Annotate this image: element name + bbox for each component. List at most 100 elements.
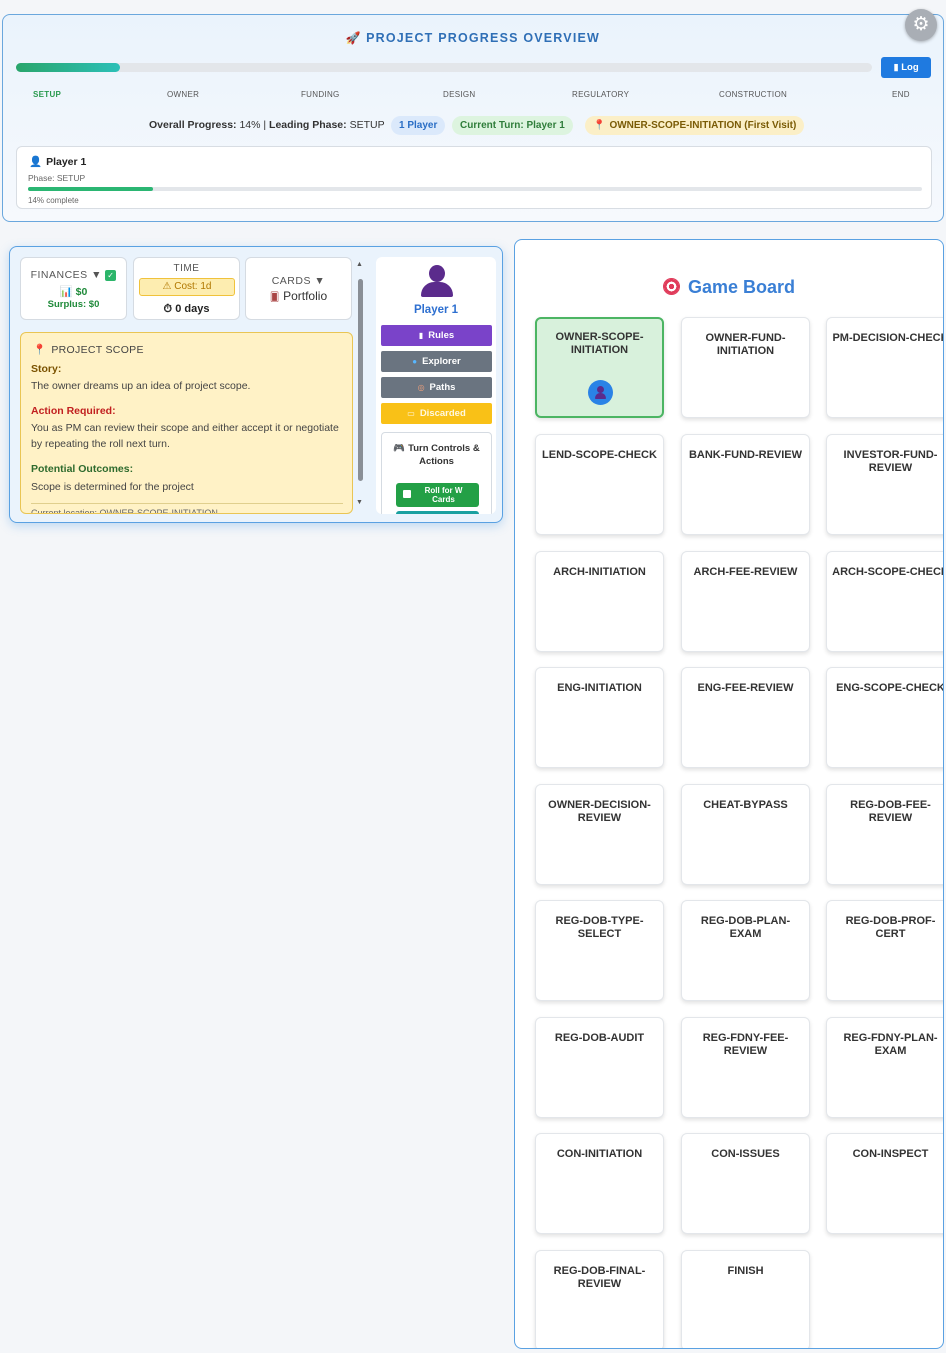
paths-button[interactable]: ◎ Paths — [381, 377, 492, 398]
scope-action-label: Action Required: — [31, 405, 116, 417]
phase-label-regulatory: REGULATORY — [572, 90, 630, 99]
paths-icon: ◎ — [417, 383, 425, 392]
current-turn-badge: Current Turn: Player 1 — [452, 116, 573, 135]
cards-box[interactable]: CARDS ▼ 🂠 Portfolio — [245, 257, 352, 320]
board-space[interactable]: ENG-INITIATION — [535, 667, 664, 768]
board-space[interactable]: OWNER-DECISION-REVIEW — [535, 784, 664, 885]
phase-label-funding: FUNDING — [301, 90, 340, 99]
player-control-panel: FINANCES ▼ ✓ 📊 $0 Surplus: $0 TIME ⚠ Cos… — [9, 246, 503, 523]
board-space-label: REG-DOB-FINAL-REVIEW — [553, 1265, 646, 1290]
scope-outcome: Scope is determined for the project — [31, 481, 194, 493]
player-token-icon[interactable] — [588, 380, 613, 405]
player-name: Player 1 — [413, 304, 459, 316]
board-space[interactable]: CHEAT-BYPASS — [681, 784, 810, 885]
board-space-label: REG-DOB-TYPE-SELECT — [555, 915, 644, 940]
player-progress-bar — [28, 187, 922, 191]
settings-gear-icon[interactable]: ⚙ — [905, 9, 937, 41]
board-space[interactable]: INVESTOR-FUND-REVIEW — [826, 434, 943, 535]
board-space-label: OWNER-SCOPE-INITIATION — [555, 331, 644, 356]
progress-overview-panel: 🚀 PROJECT PROGRESS OVERVIEW ⚙ ▮ Log SETUP… — [2, 9, 944, 222]
scroll-down-arrow-icon[interactable]: ▼ — [356, 499, 363, 506]
board-space[interactable]: REG-DOB-FEE-REVIEW — [826, 784, 943, 885]
scope-story-label: Story: — [31, 363, 62, 375]
board-space[interactable]: PM-DECISION-CHECK — [826, 317, 944, 418]
turn-controls-box: 🎮 Turn Controls & Actions Roll for W Card… — [381, 432, 492, 514]
board-space-label: CON-INITIATION — [556, 1148, 643, 1160]
board-space[interactable]: REG-DOB-FINAL-REVIEW — [535, 1250, 664, 1348]
board-space-label: REG-FDNY-FEE-REVIEW — [702, 1032, 789, 1057]
board-space-label: ARCH-FEE-REVIEW — [693, 566, 798, 578]
board-space[interactable]: REG-FDNY-PLAN-EXAM — [826, 1017, 943, 1118]
board-space[interactable]: CON-ISSUES — [681, 1133, 810, 1234]
board-space[interactable]: ENG-SCOPE-CHECK — [826, 667, 943, 768]
board-space[interactable]: REG-FDNY-FEE-REVIEW — [681, 1017, 810, 1118]
board-space[interactable]: BANK-FUND-REVIEW — [681, 434, 810, 535]
overview-title-text: PROJECT PROGRESS OVERVIEW — [366, 31, 601, 45]
secondary-action-button[interactable] — [396, 511, 479, 514]
book-icon: ▮ — [418, 331, 424, 340]
board-space-label: CHEAT-BYPASS — [703, 799, 788, 811]
target-icon — [662, 278, 680, 295]
check-icon: ✓ — [105, 270, 117, 281]
board-space-label: CON-INSPECT — [852, 1148, 929, 1160]
board-space-label: CON-ISSUES — [711, 1148, 780, 1160]
rocket-icon: 🚀 — [345, 31, 363, 45]
board-space[interactable]: REG-DOB-AUDIT — [535, 1017, 664, 1118]
board-space-label: REG-DOB-PLAN-EXAM — [700, 915, 791, 940]
board-space[interactable]: ARCH-SCOPE-CHECK — [826, 551, 943, 652]
time-days: ⏱ 0 days — [163, 303, 210, 315]
board-space[interactable]: REG-DOB-PROF-CERT — [826, 900, 943, 1001]
rules-button[interactable]: ▮ Rules — [381, 325, 492, 346]
player-count-badge: 1 Player — [391, 116, 446, 135]
chart-icon: 📊 — [59, 286, 76, 298]
compass-icon: ● — [412, 357, 418, 366]
pin-icon: 📍 — [593, 120, 606, 131]
game-board: Game Board OWNER-SCOPE-INITIATION OWNER-F… — [514, 239, 944, 1349]
player-actions-column: Player 1 ▮ Rules ● Explorer ◎ Paths ▭ Discar… — [376, 257, 496, 514]
project-scope-card: 📍 PROJECT SCOPE Story: The owner dreams u… — [20, 332, 353, 514]
board-space[interactable]: OWNER-SCOPE-INITIATION — [535, 317, 664, 418]
finances-title[interactable]: FINANCES ▼ ✓ — [21, 269, 126, 281]
board-space[interactable]: CON-INITIATION — [535, 1133, 664, 1234]
board-space-label: ENG-INITIATION — [557, 682, 642, 694]
overall-progress-text: Overall Progress: 14% | Leading Phase: S… — [149, 119, 385, 131]
scope-scrollbar[interactable]: ▲ ▼ — [356, 261, 365, 511]
phase-label-design: DESIGN — [443, 90, 476, 99]
board-space[interactable]: REG-DOB-TYPE-SELECT — [535, 900, 664, 1001]
phase-label-end: END — [892, 90, 910, 99]
board-space[interactable]: OWNER-FUND-INITIATION — [681, 317, 810, 418]
board-space-label: PM-DECISION-CHECK — [832, 332, 944, 344]
current-space-badge: 📍 OWNER-SCOPE-INITIATION (First Visit) — [585, 116, 805, 135]
cards-title[interactable]: CARDS ▼ — [246, 275, 351, 287]
player-avatar-icon — [421, 265, 453, 299]
board-space-label: REG-FDNY-PLAN-EXAM — [843, 1032, 938, 1057]
status-row: Overall Progress: 14% | Leading Phase: S… — [3, 116, 943, 136]
explorer-button[interactable]: ● Explorer — [381, 351, 492, 372]
board-space[interactable]: ARCH-FEE-REVIEW — [681, 551, 810, 652]
phase-label-owner: OWNER — [167, 90, 200, 99]
person-icon: 👤 — [29, 156, 43, 168]
board-space-label: REG-DOB-FEE-REVIEW — [850, 799, 931, 824]
board-space[interactable]: FINISH — [681, 1250, 810, 1348]
stopwatch-icon: ⏱ — [163, 303, 176, 315]
board-space-label: REG-DOB-AUDIT — [554, 1032, 645, 1044]
roll-for-w-cards-button[interactable]: Roll for W Cards — [396, 483, 479, 507]
board-space-label: ARCH-INITIATION — [553, 566, 646, 578]
discarded-button[interactable]: ▭ Discarded — [381, 403, 492, 424]
game-board-title: Game Board — [515, 277, 943, 298]
log-button[interactable]: ▮ Log — [881, 57, 931, 78]
board-space[interactable]: LEND-SCOPE-CHECK — [535, 434, 664, 535]
player-progress-fill — [28, 187, 154, 191]
finances-box[interactable]: FINANCES ▼ ✓ 📊 $0 Surplus: $0 — [20, 257, 127, 320]
board-space[interactable]: CON-INSPECT — [826, 1133, 943, 1234]
trash-icon: ▭ — [407, 409, 415, 418]
scope-action: You as PM can review their scope and eit… — [31, 422, 339, 450]
scrollbar-thumb[interactable] — [358, 279, 363, 481]
board-space[interactable]: REG-DOB-PLAN-EXAM — [681, 900, 810, 1001]
finances-amount: 📊 $0 — [59, 286, 88, 298]
cards-portfolio[interactable]: 🂠 Portfolio — [246, 289, 351, 303]
board-space[interactable]: ARCH-INITIATION — [535, 551, 664, 652]
overall-progress-bar — [16, 63, 872, 72]
board-space[interactable]: ENG-FEE-REVIEW — [681, 667, 810, 768]
scroll-up-arrow-icon[interactable]: ▲ — [356, 261, 363, 268]
